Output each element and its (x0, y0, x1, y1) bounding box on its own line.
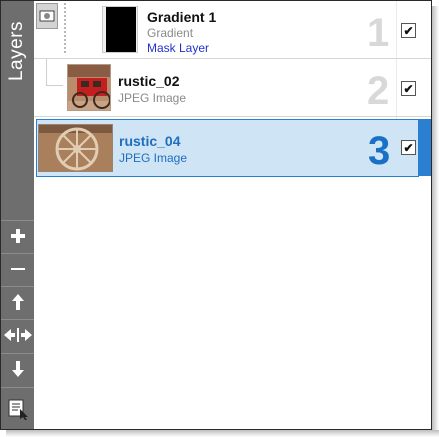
layer-name: rustic_04 (119, 133, 181, 149)
arrow-up-icon (11, 293, 24, 310)
layer-options-icon (8, 399, 28, 420)
layer-include-checkbox[interactable]: ✔ (401, 81, 416, 96)
visibility-toggle[interactable] (36, 3, 58, 29)
layer-mask-label: Mask Layer (147, 41, 210, 55)
stagecoach-photo-icon (68, 65, 110, 110)
layer-thumbnail (38, 124, 113, 172)
layer-thumbnail (67, 64, 111, 111)
layer-number: 3 (368, 129, 391, 173)
selected-row-accent (419, 119, 431, 176)
minus-icon (10, 267, 25, 270)
check-icon: ✔ (403, 23, 414, 38)
layers-list: Gradient 1 Gradient Mask Layer 1 ✔ rusti… (34, 1, 431, 429)
eye-icon (39, 10, 55, 22)
check-icon: ✔ (403, 81, 414, 96)
layers-panel: Layers Gradient 1 Gradient Mask Layer 1 … (0, 0, 432, 430)
move-up-button[interactable] (1, 286, 34, 316)
panel-title-text: Layers (6, 20, 28, 82)
move-down-button[interactable] (1, 353, 34, 383)
move-horizontal-button[interactable] (1, 319, 34, 349)
layer-include-checkbox[interactable]: ✔ (401, 23, 416, 38)
layer-type: Gradient (147, 26, 194, 40)
layer-number: 1 (367, 11, 390, 55)
mask-link-indicator (64, 3, 68, 53)
layer-type: JPEG Image (119, 151, 188, 165)
layer-link-line (46, 59, 63, 86)
wagon-wheel-photo-icon (39, 125, 112, 171)
layer-row[interactable]: rustic_02 JPEG Image 2 ✔ (34, 59, 431, 117)
panel-shadow-right (432, 6, 439, 437)
layer-name: rustic_02 (118, 73, 180, 89)
arrows-left-right-icon (3, 327, 32, 342)
remove-layer-button[interactable] (1, 253, 34, 283)
panel-title: Layers (1, 1, 34, 101)
layers-toolbar: Layers (1, 1, 34, 429)
layer-include-checkbox[interactable]: ✔ (401, 140, 416, 155)
panel-shadow-bottom (6, 430, 439, 437)
plus-icon (10, 228, 25, 243)
layer-thumbnail (102, 6, 138, 53)
layer-number: 2 (367, 69, 390, 113)
layer-options-button[interactable] (1, 387, 34, 429)
layer-type: JPEG Image (118, 91, 187, 105)
arrow-down-icon (11, 360, 24, 377)
layer-row[interactable]: Gradient 1 Gradient Mask Layer 1 ✔ (34, 1, 431, 59)
layer-row-selected[interactable]: rustic_04 JPEG Image 3 (36, 119, 419, 177)
layer-name: Gradient 1 (147, 9, 217, 25)
add-layer-button[interactable] (1, 220, 34, 250)
check-icon: ✔ (403, 140, 414, 155)
